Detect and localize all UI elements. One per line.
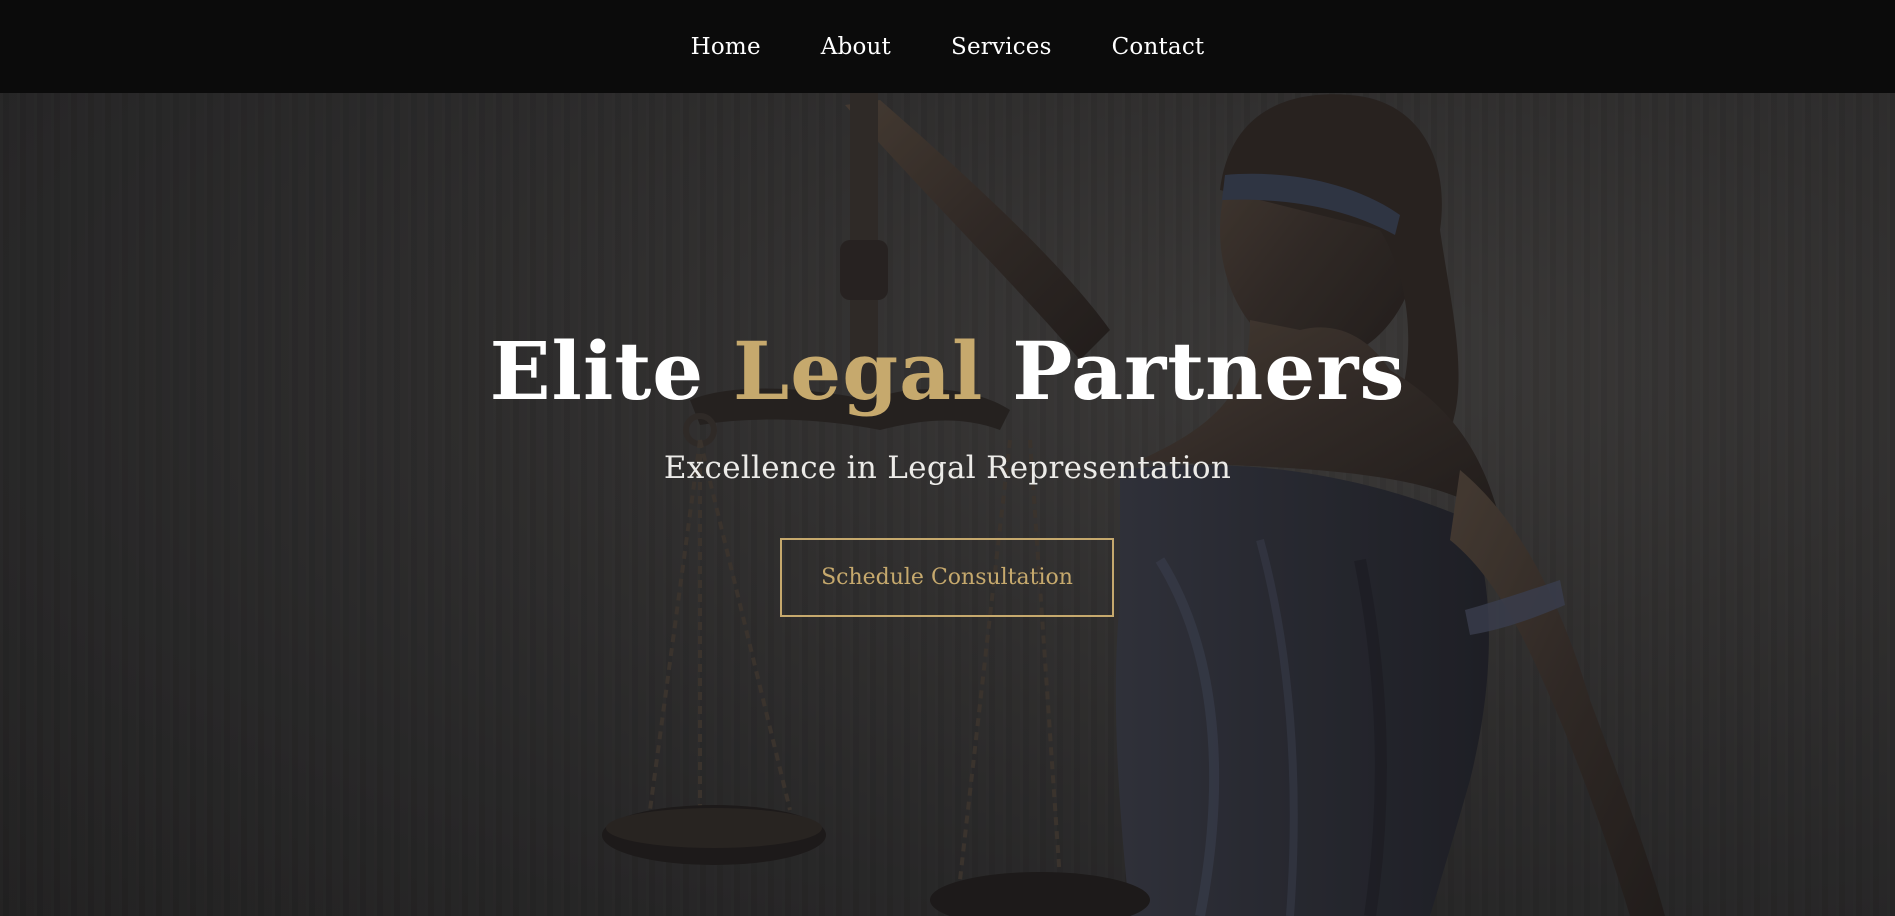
nav-item-home[interactable]: Home bbox=[691, 34, 761, 60]
hero-title-accent: Legal bbox=[733, 324, 984, 418]
hero-title-part1: Elite bbox=[489, 324, 705, 418]
nav-item-services[interactable]: Services bbox=[951, 34, 1052, 60]
main-navigation: Home About Services Contact bbox=[0, 0, 1895, 93]
nav-item-contact[interactable]: Contact bbox=[1112, 34, 1205, 60]
hero-title-part2: Partners bbox=[1012, 324, 1406, 418]
hero-subtitle: Excellence in Legal Representation bbox=[663, 450, 1232, 486]
landing-page: Home About Services Contact Elite Legal … bbox=[0, 0, 1895, 916]
hero-title: Elite Legal Partners bbox=[0, 316, 1895, 426]
hero-section: Elite Legal Partners Excellence in Legal… bbox=[0, 0, 1895, 916]
schedule-consultation-button[interactable]: Schedule Consultation bbox=[780, 538, 1114, 617]
nav-item-about[interactable]: About bbox=[821, 34, 891, 60]
